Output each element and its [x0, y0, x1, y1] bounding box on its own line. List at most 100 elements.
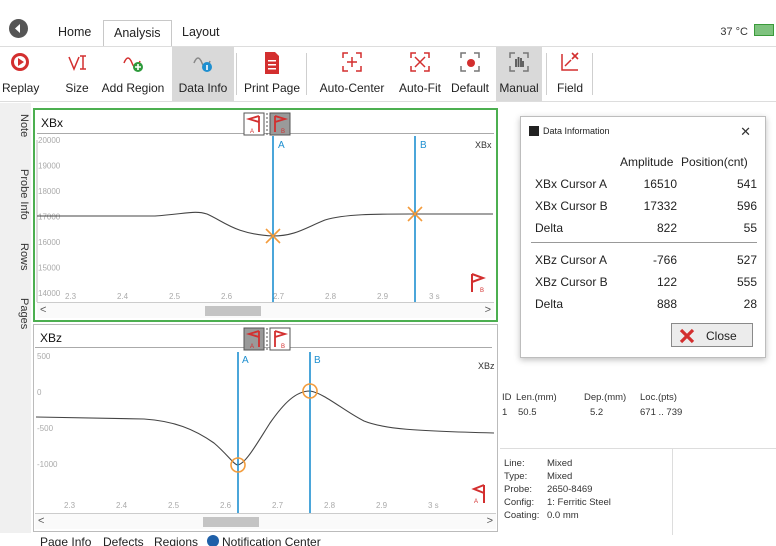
col-location: Loc.(pts): [640, 392, 677, 403]
col-id: ID: [502, 392, 512, 403]
print-page-icon: [265, 52, 279, 74]
row-label: XBz Cursor B: [535, 275, 608, 289]
auto-fit-button[interactable]: Auto-Fit: [392, 47, 448, 101]
cursor-a-label: A: [242, 355, 249, 366]
default-button[interactable]: Default: [448, 47, 492, 101]
xbz-strip-chart-panel[interactable]: XBz A B 500 0 -500 -1000 2.3 2.4 2.5 2.6 2.7 2.8…: [33, 324, 498, 532]
row-amplitude: 17332: [643, 199, 677, 213]
side-tab-bar: Note Probe Info Rows Pages: [0, 103, 31, 533]
side-tab-pages[interactable]: Pages: [6, 291, 30, 337]
analysis-toolbar: Replay Size Add Region Data Info Print P…: [0, 46, 776, 102]
cursor-b-corner-flag-icon[interactable]: B: [471, 273, 486, 294]
tab-home[interactable]: Home: [48, 20, 101, 46]
x-tick-label: 2.8: [325, 292, 337, 301]
auto-center-button[interactable]: Auto-Center: [315, 47, 389, 101]
config-label: Config:: [504, 497, 535, 508]
cell-length[interactable]: 50.5: [518, 407, 537, 418]
row-label: XBz Cursor A: [535, 253, 608, 267]
cursor-a-corner-flag-icon[interactable]: A: [471, 484, 485, 505]
side-tab-rows[interactable]: Rows: [6, 237, 30, 277]
data-row: Delta 888 28: [535, 297, 757, 319]
field-button[interactable]: Field: [552, 47, 588, 101]
xbx-channel-label: XBx: [475, 140, 492, 150]
tab-regions[interactable]: Regions: [154, 535, 198, 546]
cell-id[interactable]: 1: [502, 407, 507, 418]
add-region-icon: [123, 57, 143, 72]
x-tick-label: 2.7: [273, 292, 285, 301]
replay-icon: [11, 53, 29, 71]
x-tick-label: 2.8: [324, 501, 336, 510]
row-position: 541: [736, 177, 757, 191]
scroll-left-icon[interactable]: <: [38, 515, 44, 527]
print-page-button[interactable]: Print Page: [241, 47, 303, 101]
xbx-signal-trace: [37, 211, 493, 237]
x-tick-label: 3 s: [429, 292, 440, 301]
side-tab-note[interactable]: Note: [6, 111, 30, 141]
auto-fit-icon: [410, 52, 430, 72]
tab-defects[interactable]: Defects: [103, 535, 144, 546]
x-tick-label: 2.9: [376, 501, 388, 510]
app-icon: [529, 126, 539, 136]
tab-notification-center[interactable]: Notification Center: [222, 535, 321, 546]
xbz-horizontal-scrollbar[interactable]: < >: [35, 513, 496, 529]
tab-page-info[interactable]: Page Info: [40, 535, 91, 546]
side-tab-probe-info[interactable]: Probe Info: [6, 159, 30, 229]
col-length: Len.(mm): [516, 392, 557, 403]
tab-analysis[interactable]: Analysis: [103, 20, 172, 46]
replay-button[interactable]: Replay: [2, 47, 39, 101]
auto-center-label: Auto-Center: [319, 81, 385, 95]
cursor-b-flag-button[interactable]: B: [269, 327, 291, 351]
y-tick-label: 15000: [38, 264, 61, 273]
auto-fit-label: Auto-Fit: [398, 81, 441, 95]
y-tick-label: -1000: [37, 460, 58, 469]
add-region-button[interactable]: Add Region: [97, 47, 169, 101]
data-row: XBx Cursor B 17332 596: [535, 199, 757, 221]
line-label: Line:: [504, 458, 525, 469]
row-position: 28: [743, 297, 757, 311]
scroll-left-icon[interactable]: <: [40, 304, 46, 316]
scroll-right-icon[interactable]: >: [485, 304, 491, 316]
cursor-a-flag-button[interactable]: A: [243, 327, 265, 351]
close-button[interactable]: Close: [671, 323, 753, 347]
cursor-b-label: B: [420, 140, 427, 151]
field-label: Field: [556, 81, 583, 95]
cell-depth[interactable]: 5.2: [590, 407, 603, 418]
svg-text:A: A: [250, 129, 254, 135]
data-info-icon: [193, 57, 212, 72]
y-tick-label: 16000: [38, 238, 61, 247]
tab-layout[interactable]: Layout: [172, 20, 230, 46]
top-tab-bar: Home Analysis Layout 37 °C: [0, 0, 776, 46]
scroll-thumb[interactable]: [205, 306, 261, 316]
xbx-strip-chart-panel[interactable]: XBx A B 20000 19000 18000 17000 16000 15000 14…: [33, 108, 498, 322]
x-tick-label: 2.4: [117, 292, 129, 301]
xbz-chart: A B 500 0 -500 -1000 2.3 2.4 2.5 2.6 2.7 2.8 2.9 3…: [35, 327, 495, 515]
cell-location[interactable]: 671 .. 739: [640, 407, 682, 418]
back-button[interactable]: [9, 19, 28, 38]
size-label: Size: [65, 81, 89, 95]
row-amplitude: 122: [656, 275, 677, 289]
cursor-b-flag-button[interactable]: B: [269, 112, 291, 136]
scroll-thumb[interactable]: [203, 517, 259, 527]
xbz-x-axis: 2.3 2.4 2.5 2.6 2.7 2.8 2.9 3 s: [64, 501, 439, 510]
x-tick-label: 2.6: [220, 501, 232, 510]
size-button[interactable]: Size: [62, 47, 92, 101]
dialog-close-icon[interactable]: ✕: [740, 124, 751, 140]
data-row: XBz Cursor B 122 555: [535, 275, 757, 297]
row-position: 555: [736, 275, 757, 289]
row-label: Delta: [535, 221, 564, 235]
row-label: XBx Cursor A: [535, 177, 608, 191]
toolbar-separator: [592, 53, 593, 95]
data-information-dialog: Data Information ✕ Amplitude Position(cn…: [520, 116, 766, 358]
data-info-button[interactable]: Data Info: [172, 47, 234, 101]
probe-label: Probe:: [504, 484, 532, 495]
auto-center-icon: [342, 52, 362, 72]
manual-button[interactable]: Manual: [496, 47, 542, 101]
data-row: XBz Cursor A -766 527: [535, 253, 757, 275]
hand-icon: [509, 52, 529, 72]
row-position: 527: [736, 253, 757, 267]
data-row: XBx Cursor A 16510 541: [535, 177, 757, 199]
cursor-a-flag-button[interactable]: A: [243, 112, 265, 136]
scroll-right-icon[interactable]: >: [487, 515, 493, 527]
svg-text:B: B: [281, 344, 285, 350]
xbx-horizontal-scrollbar[interactable]: < >: [37, 302, 494, 318]
